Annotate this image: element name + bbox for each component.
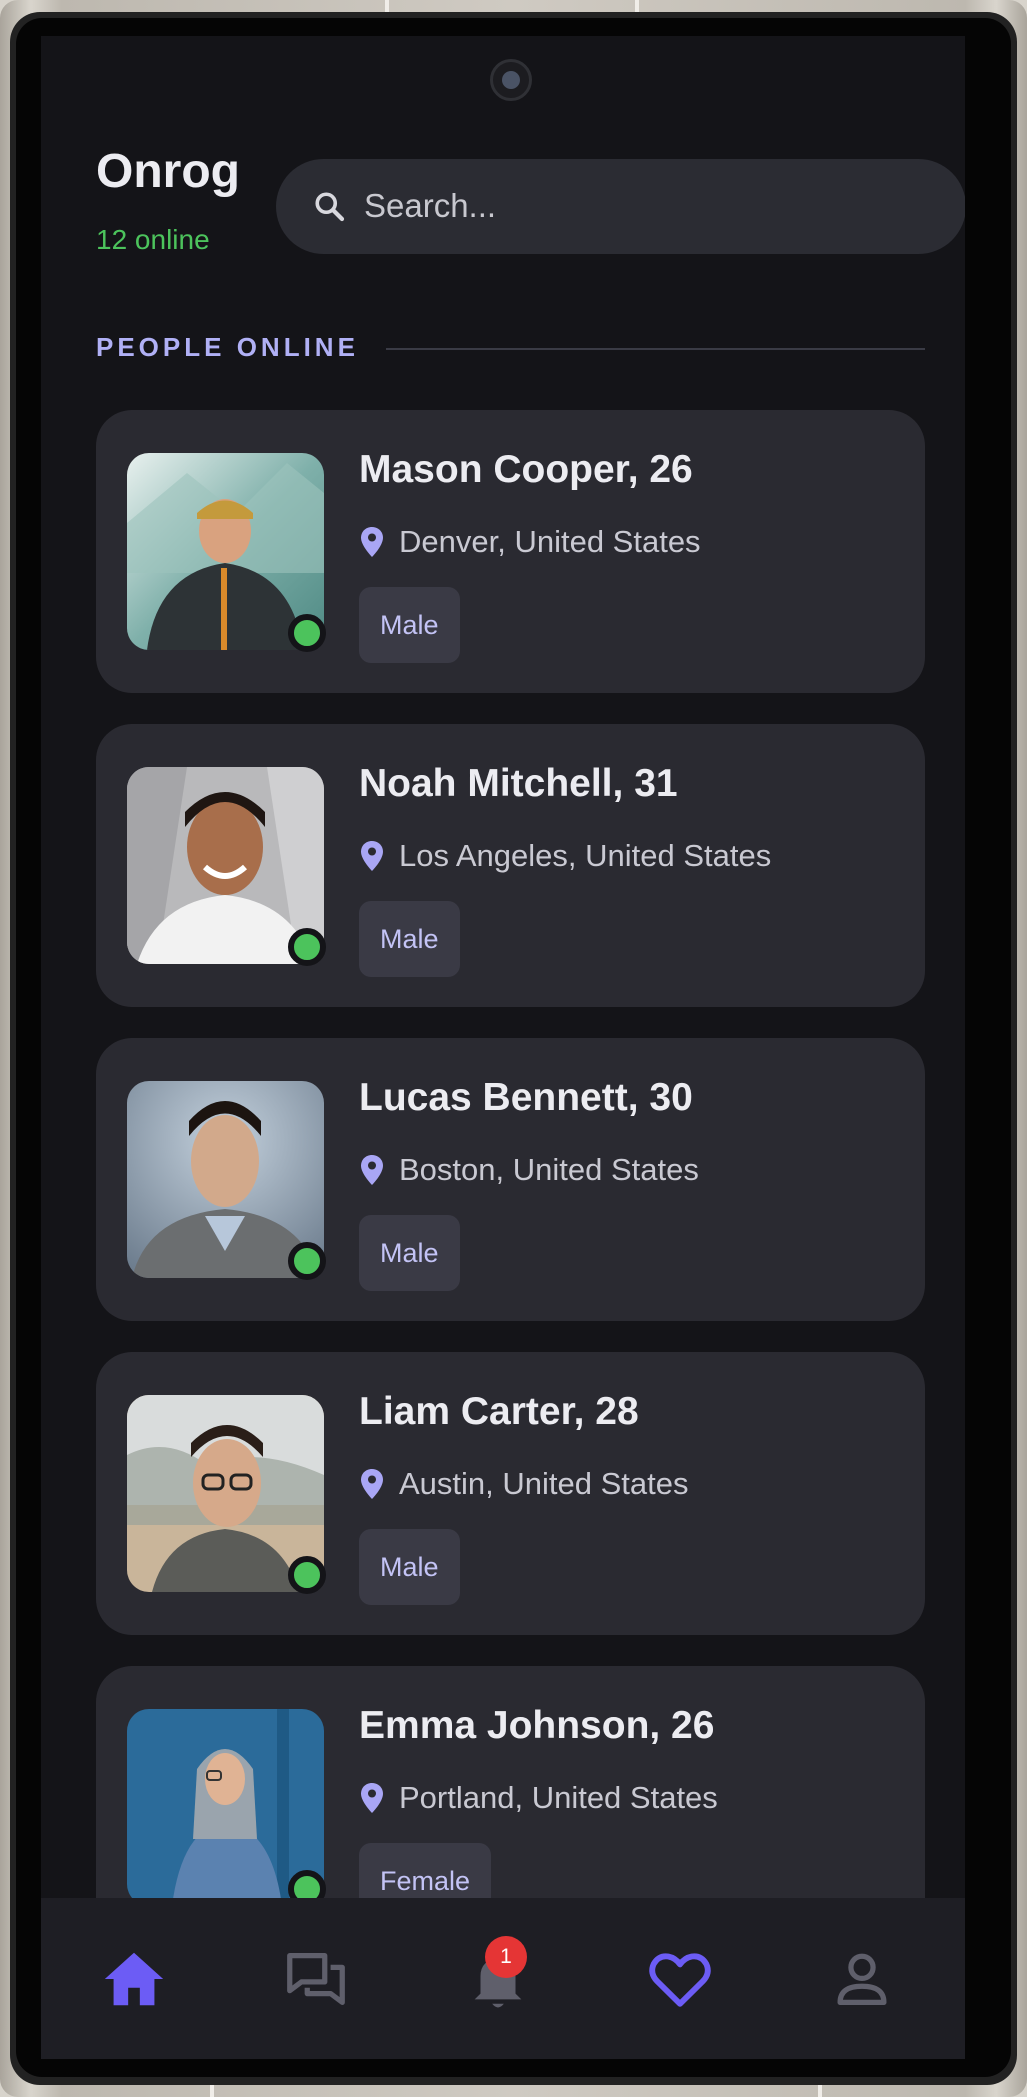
- online-indicator: [288, 1242, 326, 1280]
- person-card[interactable]: Liam Carter, 28 Austin, United States Ma…: [96, 1352, 925, 1635]
- person-location: Portland, United States: [399, 1780, 718, 1815]
- gender-tag: Male: [359, 587, 460, 663]
- chat-icon: [287, 1953, 345, 2005]
- section-header: PEOPLE ONLINE: [96, 328, 925, 368]
- person-name: Lucas Bennett, 30: [359, 1076, 693, 1119]
- person-location: Los Angeles, United States: [399, 838, 772, 873]
- location-pin-icon: [361, 527, 383, 557]
- person-card[interactable]: Noah Mitchell, 31 Los Angeles, United St…: [96, 724, 925, 1007]
- online-indicator: [288, 1556, 326, 1594]
- nav-favorites[interactable]: [645, 1944, 715, 2014]
- nav-chat[interactable]: [281, 1944, 351, 2014]
- location-pin-icon: [361, 1155, 383, 1185]
- person-card[interactable]: Lucas Bennett, 30 Boston, United States …: [96, 1038, 925, 1321]
- nav-notifications[interactable]: 1: [463, 1936, 533, 2014]
- frame-seam: [210, 2085, 214, 2097]
- avatar: [127, 1081, 326, 1280]
- location-pin-icon: [361, 1469, 383, 1499]
- gender-tag: Male: [359, 901, 460, 977]
- search-icon: [315, 192, 345, 222]
- avatar: [127, 453, 326, 652]
- avatar: [127, 767, 326, 966]
- person-name: Mason Cooper, 26: [359, 448, 693, 491]
- frame-seam: [818, 2085, 822, 2097]
- search-input[interactable]: [364, 183, 924, 229]
- home-icon: [104, 1952, 164, 2006]
- search-bar[interactable]: [276, 159, 965, 254]
- bottom-nav: 1: [41, 1898, 965, 2059]
- front-camera: [490, 59, 532, 101]
- person-location: Boston, United States: [399, 1152, 699, 1187]
- frame-seam: [635, 0, 639, 12]
- online-indicator: [288, 928, 326, 966]
- profile-icon: [837, 1953, 887, 2005]
- person-location: Austin, United States: [399, 1466, 689, 1501]
- app-title: Onrog: [96, 145, 240, 198]
- person-location: Denver, United States: [399, 524, 701, 559]
- online-indicator: [288, 614, 326, 652]
- person-card[interactable]: Mason Cooper, 26 Denver, United States M…: [96, 410, 925, 693]
- gender-tag: Male: [359, 1215, 460, 1291]
- nav-home[interactable]: [99, 1944, 169, 2014]
- location-pin-icon: [361, 1783, 383, 1813]
- gender-tag: Male: [359, 1529, 460, 1605]
- section-label: PEOPLE ONLINE: [96, 332, 359, 362]
- person-name: Emma Johnson, 26: [359, 1704, 715, 1747]
- heart-icon: [649, 1953, 711, 2007]
- person-name: Noah Mitchell, 31: [359, 762, 678, 805]
- nav-profile[interactable]: [827, 1944, 897, 2014]
- online-count: 12 online: [96, 224, 210, 255]
- section-divider: [386, 348, 925, 350]
- person-name: Liam Carter, 28: [359, 1390, 639, 1433]
- avatar: [127, 1395, 326, 1594]
- notification-badge: 1: [485, 1936, 527, 1978]
- app-screen: Onrog 12 online PEOPLE ONLINE: [41, 36, 965, 2059]
- location-pin-icon: [361, 841, 383, 871]
- avatar: [127, 1709, 326, 1908]
- frame-seam: [385, 0, 389, 12]
